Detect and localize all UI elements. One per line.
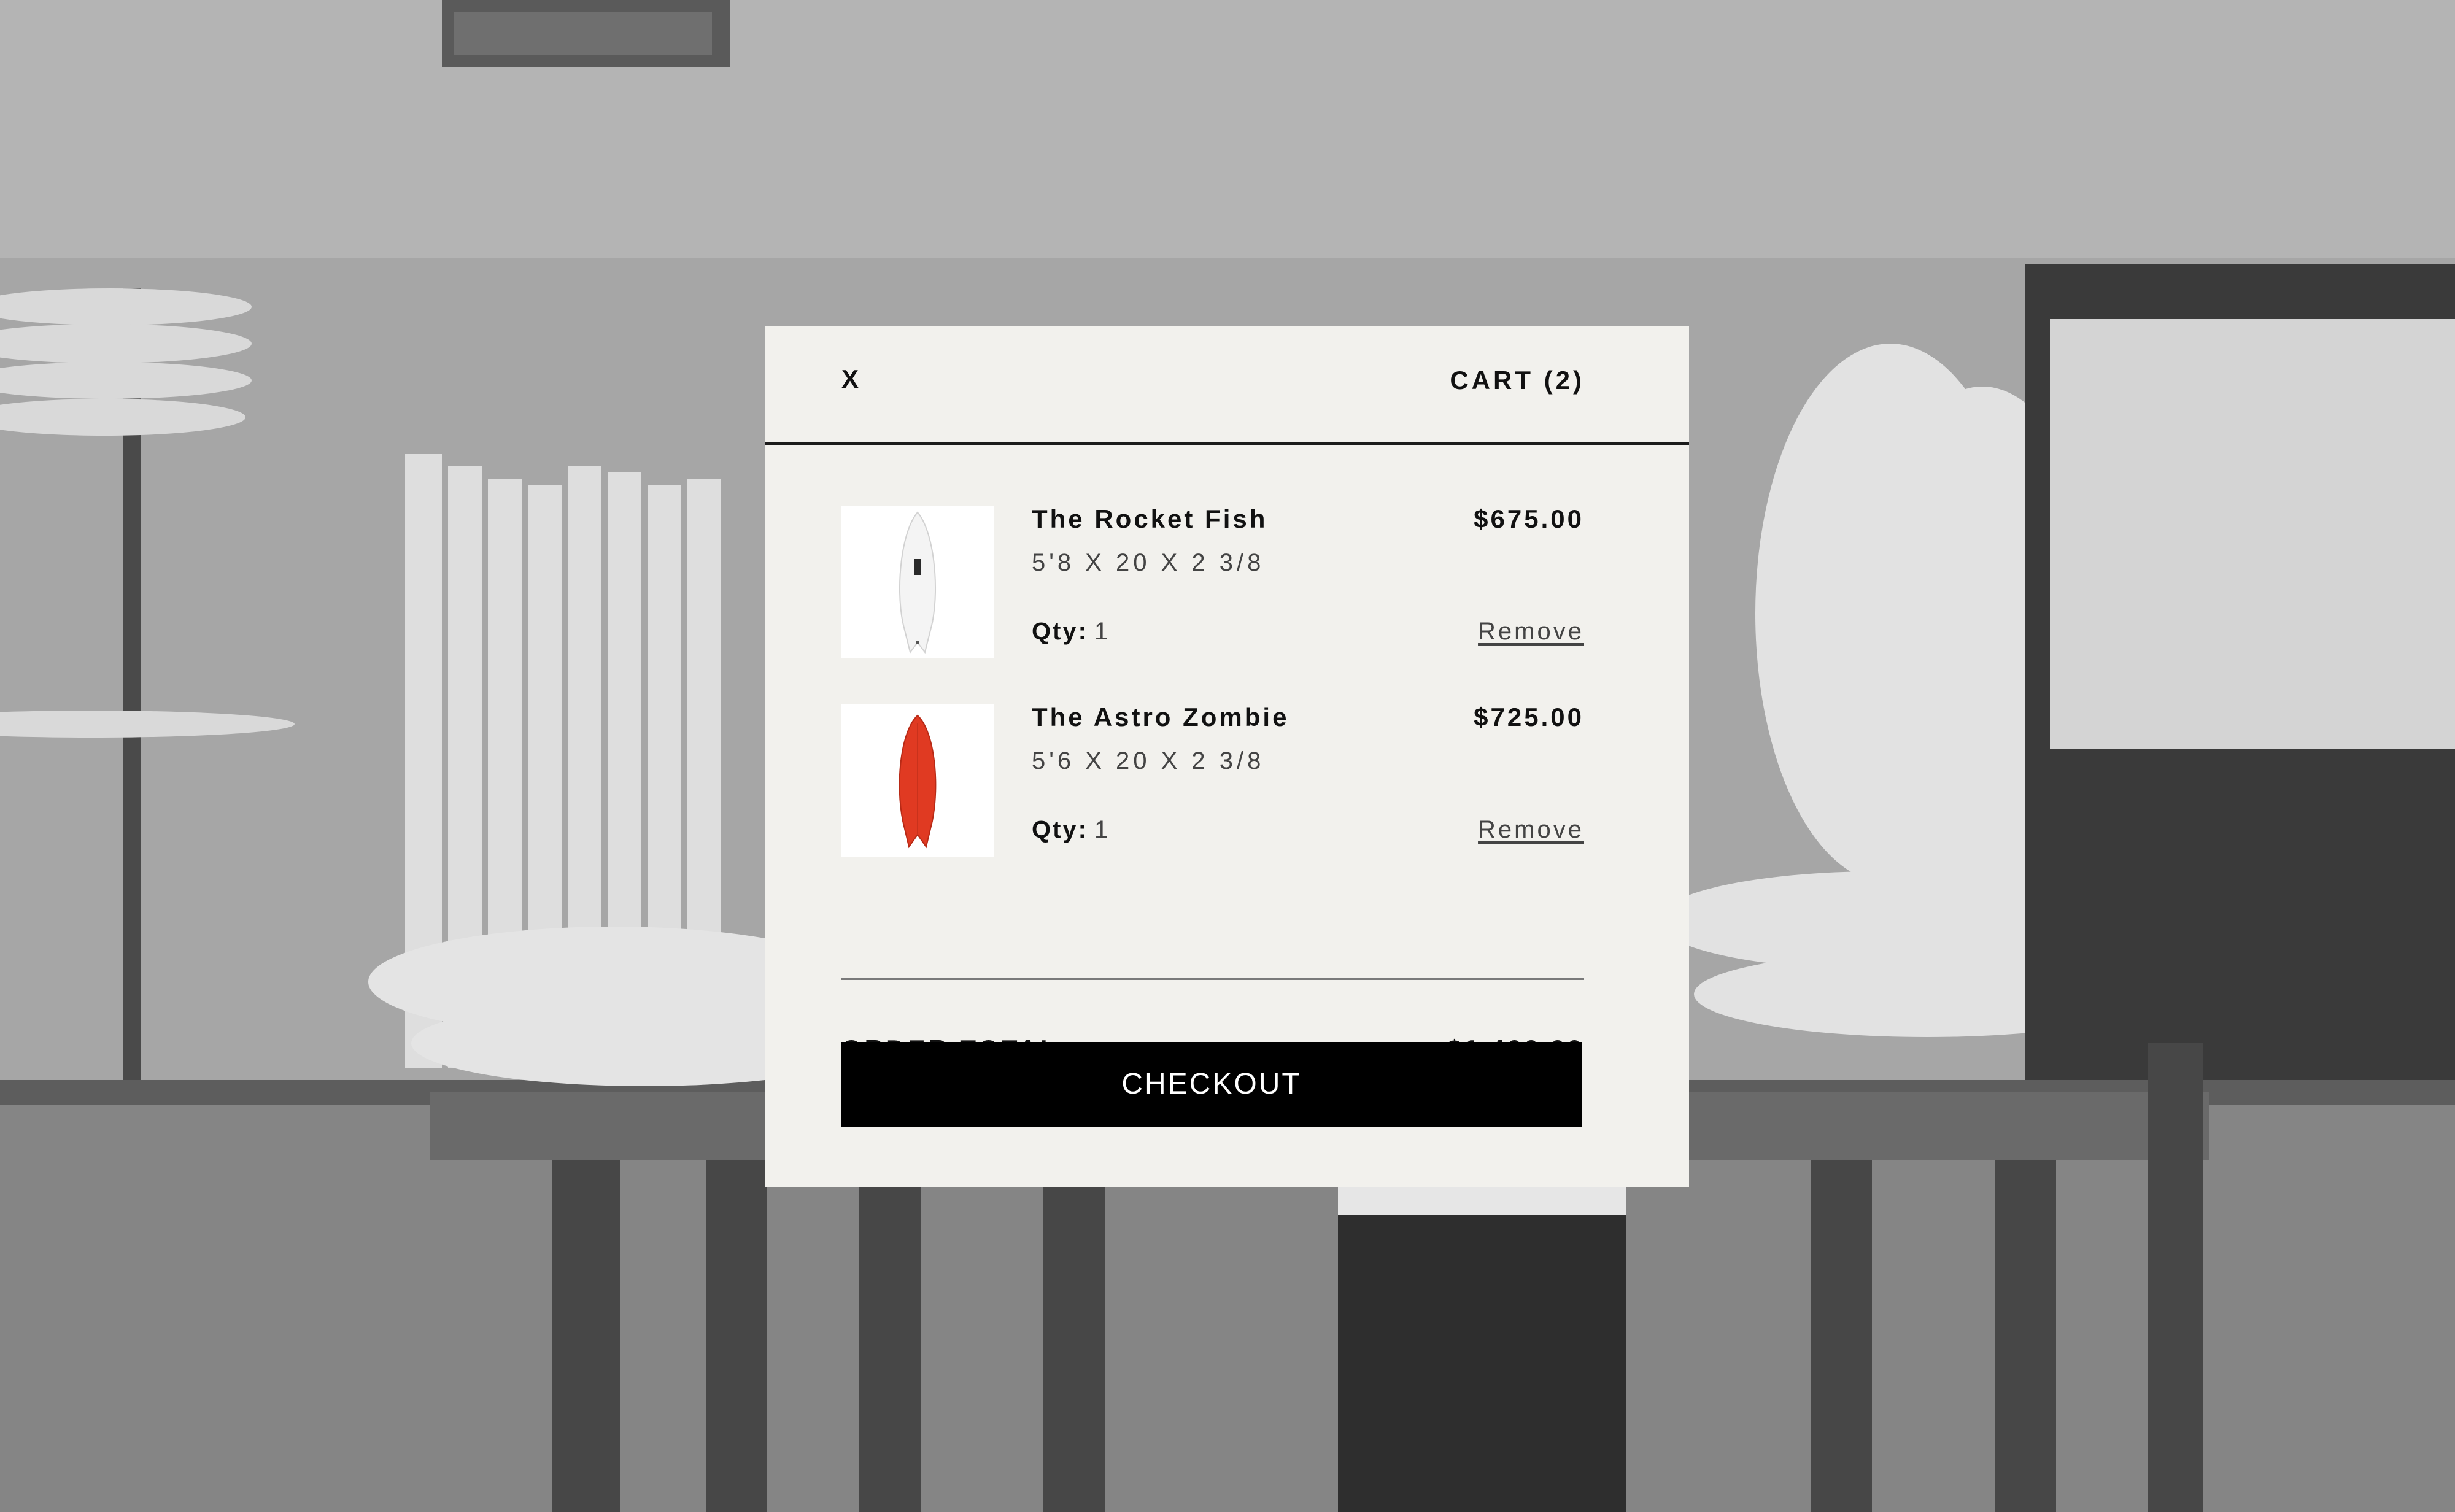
cart-header: X CART (2) — [765, 326, 1689, 445]
red-surfboard-image — [841, 704, 994, 857]
remove-button[interactable]: Remove — [1478, 817, 1584, 842]
item-price: $675.00 — [1474, 504, 1584, 533]
product-thumbnail[interactable] — [841, 506, 994, 658]
divider — [841, 978, 1584, 980]
cart-item: The Astro Zombie 5'6 X 20 X 2 3/8 Qty: 1 … — [841, 704, 1584, 858]
close-button[interactable]: X — [841, 366, 859, 392]
item-quantity: Qty: 1 — [1032, 619, 1110, 644]
cart-modal: X CART (2) The Rocket Fish 5'8 X 20 X 2 … — [765, 326, 1689, 1187]
remove-button[interactable]: Remove — [1478, 619, 1584, 644]
cart-item: The Rocket Fish 5'8 X 20 X 2 3/8 Qty: 1 $… — [841, 506, 1584, 660]
item-dimensions: 5'6 X 20 X 2 3/8 — [1032, 747, 1265, 774]
product-thumbnail[interactable] — [841, 704, 994, 857]
cart-title: CART (2) — [1450, 366, 1585, 395]
white-surfboard-image — [841, 506, 994, 658]
item-dimensions: 5'8 X 20 X 2 3/8 — [1032, 549, 1265, 576]
item-name[interactable]: The Rocket Fish — [1032, 506, 1267, 532]
item-quantity: Qty: 1 — [1032, 817, 1110, 842]
qty-label: Qty: — [1032, 816, 1088, 843]
qty-value: 1 — [1094, 618, 1110, 645]
qty-value: 1 — [1094, 816, 1110, 843]
item-name[interactable]: The Astro Zombie — [1032, 704, 1289, 730]
checkout-button[interactable]: CHECKOUT — [841, 1042, 1582, 1127]
qty-label: Qty: — [1032, 618, 1088, 645]
shop-background: X CART (2) The Rocket Fish 5'8 X 20 X 2 … — [0, 0, 2455, 1512]
item-price: $725.00 — [1474, 703, 1584, 731]
